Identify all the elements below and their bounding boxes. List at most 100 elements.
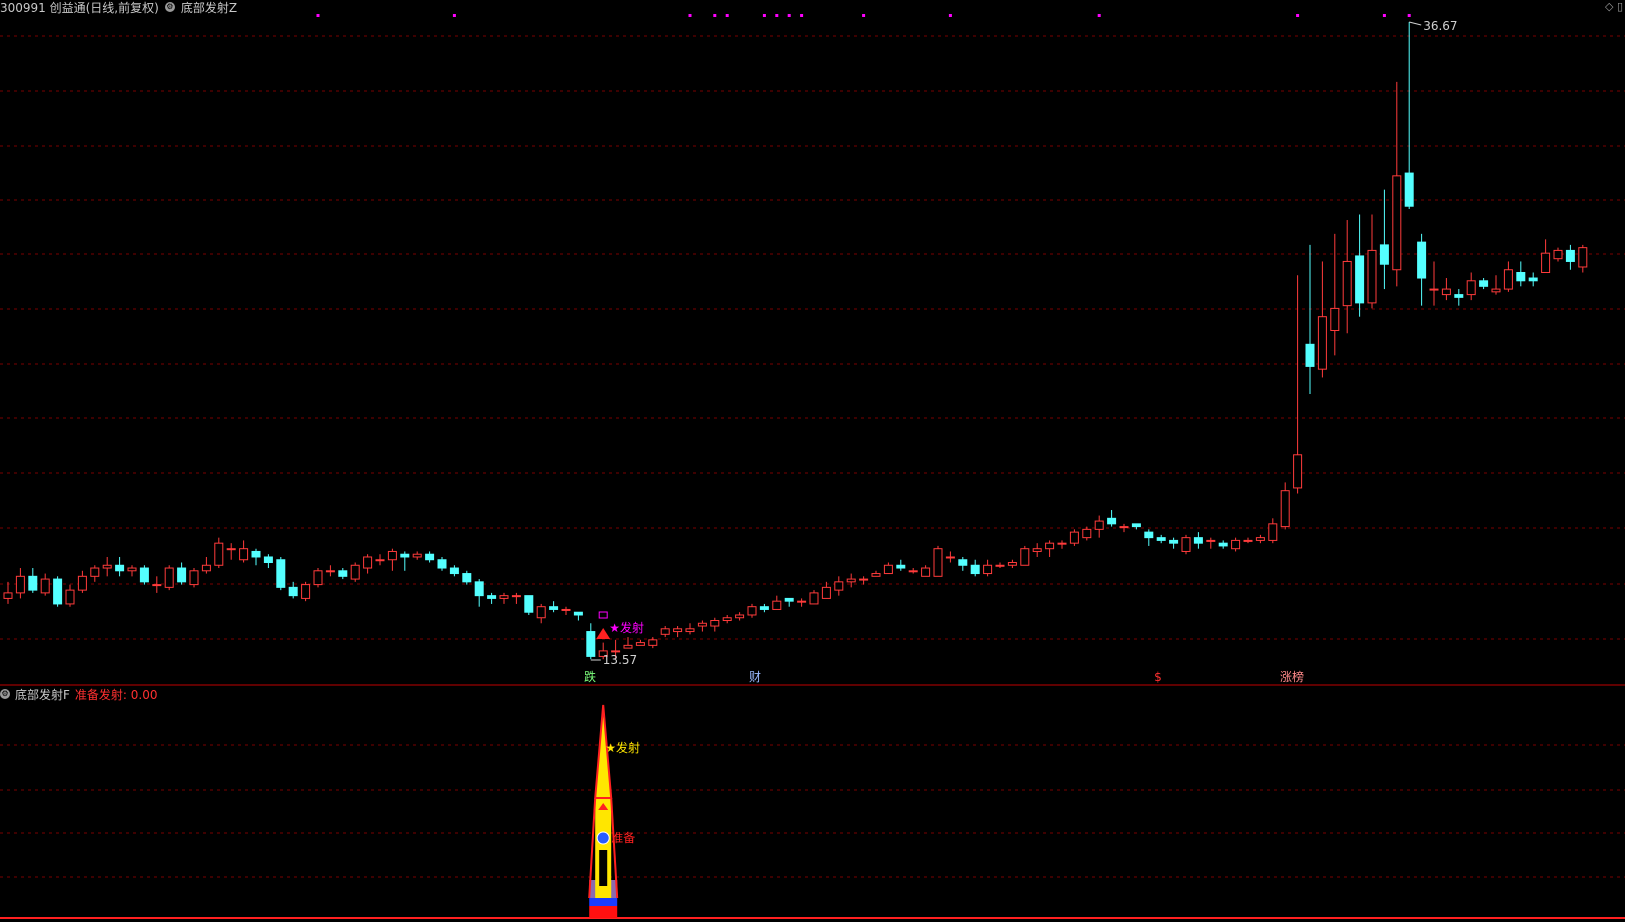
candle-body[interactable]	[263, 556, 273, 564]
candle-body[interactable]	[102, 564, 112, 569]
candle-body[interactable]	[958, 559, 968, 566]
candle-body[interactable]	[387, 550, 397, 561]
gear-icon[interactable]: ⚙	[0, 689, 10, 699]
candle-body[interactable]	[1466, 280, 1476, 296]
candle-body[interactable]	[586, 631, 596, 657]
candle-body[interactable]	[363, 556, 373, 569]
candle-body[interactable]	[1082, 528, 1092, 539]
candle-body[interactable]	[1243, 539, 1253, 542]
candle-body[interactable]	[301, 584, 311, 599]
candle-body[interactable]	[1007, 562, 1017, 566]
candle-body[interactable]	[1119, 526, 1129, 529]
candle-body[interactable]	[1516, 272, 1526, 282]
candle-body[interactable]	[1032, 548, 1042, 552]
candle-body[interactable]	[28, 575, 38, 591]
candle-body[interactable]	[40, 578, 50, 594]
candle-body[interactable]	[152, 584, 162, 587]
candle-body[interactable]	[611, 650, 621, 653]
candle-body[interactable]	[1553, 249, 1563, 260]
candle-body[interactable]	[189, 570, 199, 586]
candle-body[interactable]	[201, 564, 211, 572]
candle-body[interactable]	[933, 548, 943, 577]
candle-body[interactable]	[1293, 454, 1303, 489]
candle-body[interactable]	[1454, 294, 1464, 298]
candle-body[interactable]	[983, 564, 993, 575]
candle-body[interactable]	[883, 564, 893, 575]
candle-body[interactable]	[809, 592, 819, 605]
candle-body[interactable]	[735, 614, 745, 619]
candle-body[interactable]	[449, 567, 459, 575]
candle-body[interactable]	[90, 567, 100, 577]
candle-body[interactable]	[350, 564, 360, 580]
candle-body[interactable]	[573, 611, 583, 616]
candle-body[interactable]	[685, 628, 695, 633]
candle-body[interactable]	[549, 606, 559, 610]
candle-body[interactable]	[648, 639, 658, 646]
candle-body[interactable]	[673, 628, 683, 633]
candle-body[interactable]	[139, 567, 149, 583]
candle-body[interactable]	[859, 578, 869, 581]
candle-body[interactable]	[1193, 537, 1203, 544]
candle-body[interactable]	[1441, 288, 1451, 296]
candle-body[interactable]	[239, 548, 249, 561]
candle-body[interactable]	[1417, 241, 1427, 279]
candle-body[interactable]	[1317, 316, 1327, 370]
candle-body[interactable]	[561, 608, 571, 611]
candle-body[interactable]	[53, 578, 63, 605]
candle-body[interactable]	[1379, 244, 1389, 265]
candle-body[interactable]	[660, 628, 670, 635]
candle-body[interactable]	[1392, 175, 1402, 271]
candle-body[interactable]	[65, 589, 75, 605]
candle-body[interactable]	[375, 559, 385, 562]
candle-body[interactable]	[77, 575, 87, 591]
candle-body[interactable]	[1404, 172, 1414, 207]
candle-body[interactable]	[288, 586, 298, 597]
candle-body[interactable]	[1206, 539, 1216, 542]
candle-body[interactable]	[1057, 542, 1067, 545]
candle-body[interactable]	[784, 597, 794, 602]
candle-body[interactable]	[1169, 539, 1179, 544]
candle-body[interactable]	[1355, 255, 1365, 304]
candle-body[interactable]	[635, 642, 645, 646]
candle-body[interactable]	[1268, 523, 1278, 541]
candle-body[interactable]	[1528, 277, 1538, 282]
candle-body[interactable]	[908, 570, 918, 573]
candle-body[interactable]	[1280, 490, 1290, 528]
candle-body[interactable]	[338, 570, 348, 577]
candle-body[interactable]	[15, 575, 25, 594]
candle-body[interactable]	[251, 550, 261, 558]
candle-body[interactable]	[759, 606, 769, 610]
candle-body[interactable]	[1342, 260, 1352, 307]
candle-body[interactable]	[846, 578, 856, 583]
candle-body[interactable]	[487, 595, 497, 599]
candle-body[interactable]	[115, 564, 125, 572]
candle-body[interactable]	[772, 600, 782, 610]
candle-body[interactable]	[1578, 247, 1588, 268]
candle-body[interactable]	[1231, 539, 1241, 550]
candle-body[interactable]	[164, 567, 174, 588]
candle-body[interactable]	[921, 567, 931, 577]
candle-body[interactable]	[1094, 520, 1104, 530]
candle-body[interactable]	[896, 564, 906, 569]
candle-body[interactable]	[623, 644, 633, 649]
candle-body[interactable]	[1107, 517, 1117, 525]
candle-body[interactable]	[1181, 537, 1191, 552]
candle-body[interactable]	[747, 606, 757, 616]
candle-body[interactable]	[226, 548, 236, 551]
candle-body[interactable]	[1305, 343, 1315, 367]
candle-body[interactable]	[995, 564, 1005, 567]
candle-body[interactable]	[214, 542, 224, 566]
candle-body[interactable]	[871, 573, 881, 577]
candle-body[interactable]	[1255, 537, 1265, 541]
candle-body[interactable]	[722, 617, 732, 622]
candle-body[interactable]	[524, 595, 534, 613]
candle-body[interactable]	[511, 595, 521, 598]
candle-body[interactable]	[1565, 249, 1575, 262]
candle-body[interactable]	[834, 581, 844, 591]
main-chart[interactable]: 36.6713.57★发射跌财 $ 涨榜★发射准备	[0, 0, 1625, 922]
candle-body[interactable]	[1330, 307, 1340, 332]
candle-body[interactable]	[474, 581, 484, 597]
candle-body[interactable]	[536, 606, 546, 619]
candle-body[interactable]	[1367, 249, 1377, 304]
candle-body[interactable]	[797, 600, 807, 603]
